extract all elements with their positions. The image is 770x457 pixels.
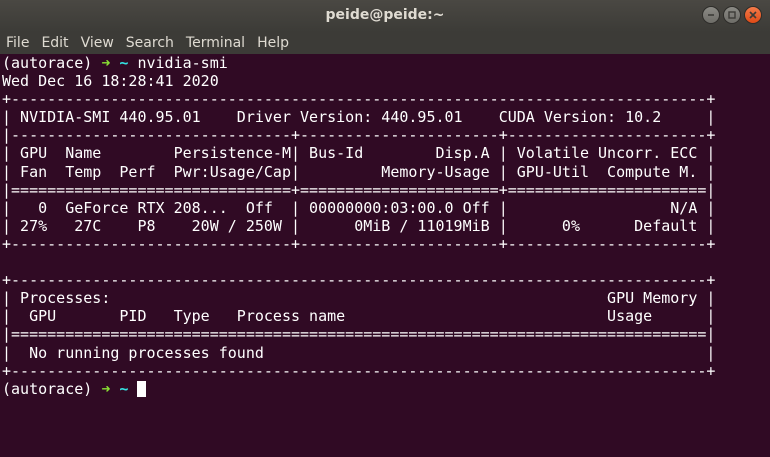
prompt-arrow-icon: ➜	[101, 379, 111, 398]
prompt-env: (autorace)	[2, 54, 93, 72]
title-bar[interactable]: peide@peide:~	[0, 0, 770, 32]
output-line: | GPU PID Type Process name Usage |	[2, 307, 716, 326]
minimize-icon	[708, 14, 714, 16]
output-line: Wed Dec 16 18:28:41 2020	[2, 72, 219, 91]
menu-search[interactable]: Search	[120, 32, 180, 54]
text-cursor	[137, 380, 147, 397]
close-button[interactable]	[744, 6, 762, 24]
output-line: +---------------------------------------…	[2, 271, 716, 290]
output-line: +---------------------------------------…	[2, 90, 716, 109]
output-line: +---------------------------------------…	[2, 361, 716, 380]
prompt-arrow-icon: ➜	[101, 54, 111, 72]
prompt-dir: ~	[119, 54, 129, 72]
output-line: | Fan Temp Perf Pwr:Usage/Cap| Memory-Us…	[2, 162, 716, 181]
terminal-area[interactable]: (autorace) ➜ ~ nvidia-smi Wed Dec 16 18:…	[0, 54, 770, 457]
menu-edit[interactable]: Edit	[35, 32, 74, 54]
menu-bar: File Edit View Search Terminal Help	[0, 32, 770, 54]
output-line: | No running processes found |	[2, 343, 716, 362]
maximize-icon	[728, 11, 736, 19]
window-controls	[702, 6, 762, 24]
minimize-button[interactable]	[702, 6, 720, 24]
output-line: | 0 GeForce RTX 208... Off | 00000000:03…	[2, 198, 716, 217]
menu-file[interactable]: File	[0, 32, 35, 54]
output-line: |===============================+=======…	[2, 180, 716, 199]
window-title: peide@peide:~	[325, 7, 445, 23]
output-line: | GPU Name Persistence-M| Bus-Id Disp.A …	[2, 144, 716, 163]
prompt-line[interactable]: (autorace) ➜ ~	[2, 380, 770, 398]
menu-view[interactable]: View	[75, 32, 120, 54]
prompt-dir: ~	[119, 379, 129, 398]
output-line: +-------------------------------+-------…	[2, 234, 716, 253]
menu-help[interactable]: Help	[251, 32, 295, 54]
menu-terminal[interactable]: Terminal	[180, 32, 251, 54]
prompt-env: (autorace)	[2, 379, 93, 398]
output-line: |-------------------------------+-------…	[2, 126, 716, 145]
command-text: nvidia-smi	[137, 54, 228, 72]
output-line: |=======================================…	[2, 325, 716, 344]
close-icon	[749, 11, 757, 19]
output-line: | NVIDIA-SMI 440.95.01 Driver Version: 4…	[2, 108, 716, 127]
output-line: | 27% 27C P8 20W / 250W | 0MiB / 11019Mi…	[2, 216, 716, 235]
terminal-window: peide@peide:~ File Edit View Search Term…	[0, 0, 770, 457]
maximize-button[interactable]	[723, 6, 741, 24]
output-line: | Processes: GPU Memory |	[2, 289, 716, 308]
command-line: (autorace) ➜ ~ nvidia-smi	[2, 54, 770, 72]
